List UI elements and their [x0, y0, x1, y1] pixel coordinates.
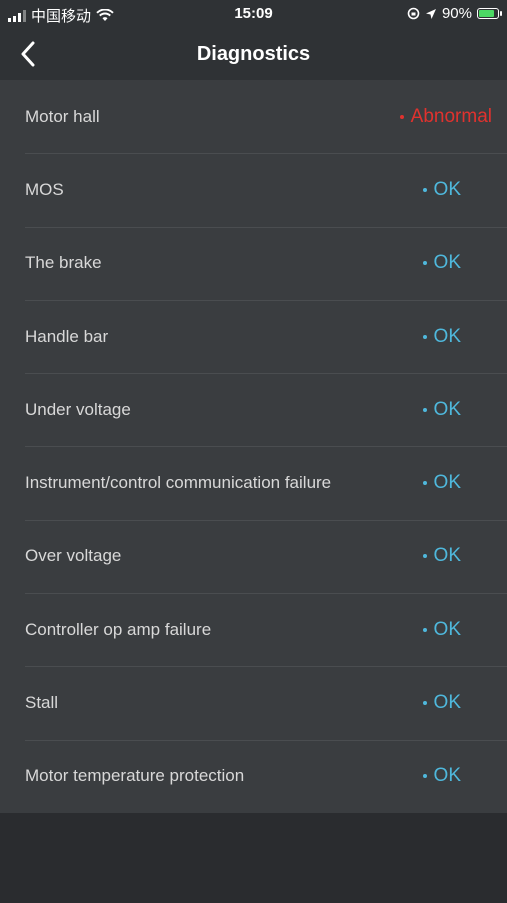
list-item: Motor hall Abnormal [0, 80, 507, 153]
list-item: MOS OK [0, 153, 507, 226]
back-button[interactable] [10, 36, 46, 72]
item-label: Over voltage [25, 546, 122, 566]
status-text: OK [433, 765, 461, 787]
page-title: Diagnostics [196, 42, 311, 65]
status-dot-icon [422, 481, 427, 486]
status-dot-icon [399, 114, 404, 119]
chevron-left-icon [21, 41, 35, 67]
item-label: MOS [25, 179, 64, 199]
list-item: Handle bar OK [0, 299, 507, 373]
status-dot-icon [422, 554, 427, 559]
status-badge: OK [422, 692, 461, 714]
status-bar: 中国移动 15:09 90% [0, 0, 507, 28]
status-badge: OK [422, 545, 461, 567]
list-item: The brake OK [0, 226, 507, 300]
status-badge: OK [422, 398, 461, 421]
status-text: Abnormal [410, 105, 492, 127]
list-item: Stall OK [0, 666, 507, 739]
status-text: OK [433, 252, 461, 274]
status-badge: OK [422, 765, 461, 787]
item-label: Motor temperature protection [25, 766, 245, 786]
list-item: Over voltage OK [0, 519, 507, 593]
status-badge: OK [422, 178, 461, 201]
status-text: OK [433, 398, 461, 420]
orientation-lock-icon [407, 7, 420, 20]
status-right: 90% [407, 5, 502, 22]
bottom-area [0, 812, 507, 903]
status-text: OK [433, 472, 461, 494]
status-dot-icon [422, 701, 427, 706]
status-dot-icon [422, 627, 427, 632]
status-text: OK [433, 178, 461, 200]
item-label: Under voltage [25, 399, 131, 419]
status-badge: OK [422, 472, 461, 494]
item-label: Motor hall [25, 106, 100, 126]
status-dot-icon [422, 407, 427, 412]
item-label: The brake [25, 253, 102, 273]
list-item: Controller op amp failure OK [0, 593, 507, 666]
status-text: OK [433, 618, 461, 640]
status-badge: OK [422, 252, 461, 274]
list-item: Instrument/control communication failure… [0, 446, 507, 519]
status-dot-icon [422, 261, 427, 266]
battery-icon [477, 8, 502, 19]
nav-bar: Diagnostics [0, 28, 507, 80]
list-item: Under voltage OK [0, 373, 507, 446]
diagnostics-list: Motor hall Abnormal MOS OK The brake OK Handle… [0, 80, 507, 813]
status-text: OK [433, 325, 461, 347]
status-badge: OK [422, 618, 461, 641]
item-label: Stall [25, 693, 59, 713]
status-dot-icon [422, 334, 427, 339]
status-badge: Abnormal [399, 105, 492, 128]
status-dot-icon [422, 187, 427, 192]
item-label: Instrument/control communication failure [25, 473, 332, 493]
item-label: Handle bar [25, 326, 109, 346]
status-text: OK [433, 692, 461, 714]
status-badge: OK [422, 325, 461, 348]
list-item: Motor temperature protection OK [0, 739, 507, 813]
status-dot-icon [422, 774, 427, 779]
status-text: OK [433, 545, 461, 567]
location-icon [425, 8, 436, 19]
item-label: Controller op amp failure [25, 619, 212, 639]
battery-percent: 90% [441, 5, 472, 22]
